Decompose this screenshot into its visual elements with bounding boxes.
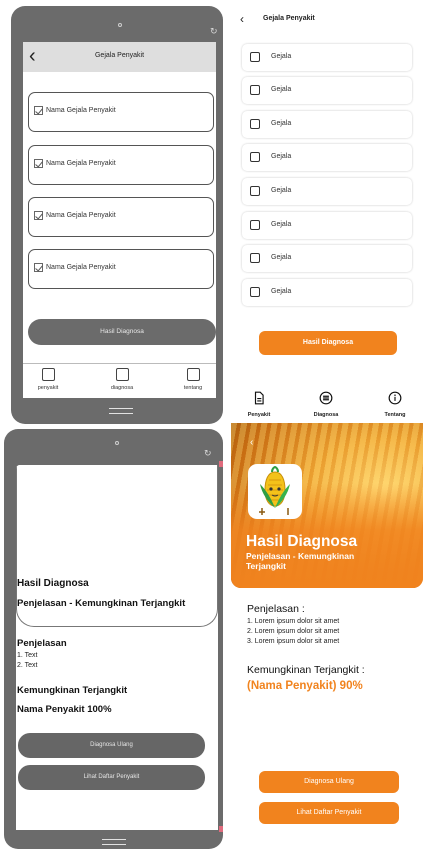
checkbox[interactable] — [250, 287, 260, 297]
corn-logo-icon — [259, 465, 290, 515]
symptom-label: Nama Gejala Penyakit — [46, 212, 116, 219]
document-icon — [254, 391, 264, 405]
wireframe-phone-selection: ↻ ‹ Gejala Penyakit Nama Gejala Penyakit… — [11, 6, 223, 424]
possibility-value: Nama Penyakit 100% — [17, 704, 112, 715]
symptom-row[interactable]: Gejala — [242, 144, 412, 171]
symptom-label: Gejala — [271, 120, 292, 127]
symptom-label: Gejala — [271, 53, 292, 60]
symptom-label: Nama Gejala Penyakit — [46, 160, 116, 167]
chevron-left-icon[interactable]: ‹ — [250, 437, 253, 448]
symptom-row[interactable]: Gejala — [242, 44, 412, 71]
checkbox[interactable] — [34, 106, 43, 115]
list-icon — [319, 391, 333, 405]
symptom-row[interactable]: Gejala — [242, 178, 412, 205]
checkbox[interactable] — [250, 52, 260, 62]
placeholder-icon — [186, 368, 200, 381]
result-subtitle: Penjelasan - Kemungkinan Terjangkit — [246, 551, 355, 571]
home-indicator — [102, 839, 126, 845]
nav-item-tentang[interactable]: tentang — [173, 368, 213, 391]
nav-label: penyakit — [37, 385, 59, 391]
explanation-title: Penjelasan : — [247, 603, 305, 615]
checkbox[interactable] — [250, 119, 260, 129]
nav-label: Diagnosa — [313, 412, 339, 418]
symptom-label: Nama Gejala Penyakit — [46, 107, 116, 114]
symptom-label: Gejala — [271, 288, 292, 295]
symptom-label: Gejala — [271, 153, 292, 160]
symptom-row[interactable]: Gejala — [242, 245, 412, 272]
rotate-icon: ↻ — [210, 26, 218, 36]
app-logo — [248, 464, 302, 519]
symptom-label: Gejala — [271, 187, 292, 194]
explanation-item: 3. Lorem ipsum dolor sit amet — [247, 638, 340, 645]
symptom-row[interactable]: Gejala — [242, 111, 412, 138]
camera-dot — [115, 441, 119, 445]
view-disease-list-button[interactable]: Lihat Daftar Penyakit — [18, 765, 205, 790]
bottom-nav: penyakit diagnosa tentang — [23, 363, 216, 398]
symptom-card[interactable]: Nama Gejala Penyakit — [28, 92, 214, 132]
symptom-row[interactable]: Gejala — [242, 77, 412, 104]
checkbox[interactable] — [34, 211, 43, 220]
nav-item-diagnosa[interactable]: Diagnosa — [306, 391, 346, 418]
nav-label: Penyakit — [247, 412, 271, 418]
info-icon — [388, 391, 402, 405]
wireframe-selection-screen: ‹ Gejala Penyakit Nama Gejala Penyakit N… — [23, 42, 216, 398]
diagnosis-result-button[interactable]: Hasil Diagnosa — [28, 319, 216, 345]
explanation-item: 1. Lorem ipsum dolor sit amet — [247, 618, 340, 625]
nav-item-tentang[interactable]: Tentang — [375, 391, 415, 418]
result-title: Hasil Diagnosa — [17, 578, 89, 589]
rotate-icon: ↻ — [204, 448, 212, 458]
symptom-row[interactable]: Gejala — [242, 279, 412, 306]
nav-item-penyakit[interactable]: Penyakit — [239, 391, 279, 418]
app-header: ‹ Gejala Penyakit — [23, 42, 216, 72]
symptom-label: Gejala — [271, 254, 292, 261]
symptom-card[interactable]: Nama Gejala Penyakit — [28, 145, 214, 185]
checkbox[interactable] — [250, 253, 260, 263]
explanation-item: 2. Lorem ipsum dolor sit amet — [247, 628, 340, 635]
nav-label: diagnosa — [110, 385, 134, 391]
nav-label: tentang — [183, 385, 203, 391]
nav-item-penyakit[interactable]: penyakit — [28, 368, 68, 391]
checkbox[interactable] — [250, 152, 260, 162]
view-disease-list-button[interactable]: Lihat Daftar Penyakit — [259, 802, 399, 824]
diagnose-again-button[interactable]: Diagnosa Ulang — [259, 771, 399, 793]
checkbox[interactable] — [34, 159, 43, 168]
possibility-value: (Nama Penyakit) 90% — [247, 680, 363, 692]
symptom-label: Nama Gejala Penyakit — [46, 264, 116, 271]
camera-dot — [118, 23, 122, 27]
possibility-title: Kemungkinan Terjangkit — [17, 685, 128, 696]
bottom-nav: Penyakit Diagnosa Tentang — [231, 383, 423, 423]
explanation-title: Penjelasan — [17, 638, 67, 649]
checkbox[interactable] — [34, 263, 43, 272]
checkbox[interactable] — [250, 220, 260, 230]
symptom-label: Gejala — [271, 86, 292, 93]
explanation-item: 2. Text — [17, 662, 38, 669]
chevron-left-icon[interactable]: ‹ — [240, 12, 244, 26]
result-title: Hasil Diagnosa — [246, 533, 358, 550]
placeholder-icon — [41, 368, 55, 381]
placeholder-icon — [115, 368, 129, 381]
page-title: Gejala Penyakit — [263, 15, 315, 22]
symptom-row[interactable]: Gejala — [242, 212, 412, 239]
checkbox[interactable] — [250, 186, 260, 196]
possibility-title: Kemungkinan Terjangkit : — [247, 664, 365, 676]
symptom-card[interactable]: Nama Gejala Penyakit — [28, 249, 214, 289]
home-indicator — [109, 408, 133, 414]
checkbox[interactable] — [250, 85, 260, 95]
edge-marker — [219, 461, 223, 467]
symptom-label: Gejala — [271, 221, 292, 228]
page-title: Gejala Penyakit — [94, 52, 145, 59]
result-subtitle: Penjelasan - Kemungkinan Terjangkit — [17, 598, 186, 609]
nav-item-diagnosa[interactable]: diagnosa — [102, 368, 142, 391]
nav-label: Tentang — [384, 412, 406, 418]
symptom-card[interactable]: Nama Gejala Penyakit — [28, 197, 214, 237]
diagnosis-result-button[interactable]: Hasil Diagnosa — [259, 331, 397, 355]
edge-marker — [219, 826, 223, 832]
explanation-item: 1. Text — [17, 652, 38, 659]
diagnose-again-button[interactable]: Diagnosa Ulang — [18, 733, 205, 758]
